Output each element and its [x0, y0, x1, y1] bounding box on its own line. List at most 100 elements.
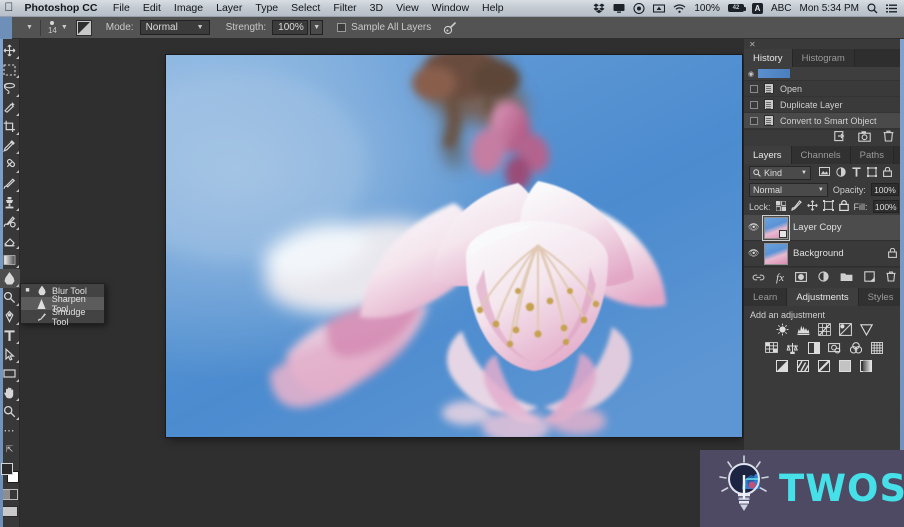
layer-visibility-eye-icon[interactable]: 👁: [748, 222, 759, 233]
new-layer-icon[interactable]: [864, 269, 875, 287]
blend-mode-select[interactable]: Normal ▼: [749, 182, 828, 197]
layer-style-fx-icon[interactable]: fx: [776, 272, 784, 284]
tab-layers[interactable]: Layers: [744, 146, 792, 164]
sidebar-item-eyedropper-tool[interactable]: [0, 136, 20, 155]
layer-thumbnail[interactable]: [762, 214, 790, 241]
layer-thumbnail[interactable]: [764, 242, 788, 265]
history-state-convert-to-smart-object[interactable]: Convert to Smart Object: [744, 113, 904, 129]
menu-app-name[interactable]: Photoshop CC: [18, 0, 106, 17]
sidebar-item-brush-tool[interactable]: [0, 174, 20, 193]
exposure-icon[interactable]: [838, 323, 852, 336]
hue-saturation-icon[interactable]: [765, 341, 779, 354]
create-snapshot-icon[interactable]: [858, 129, 871, 147]
default-colors-icon[interactable]: ⇱: [0, 440, 20, 459]
quick-mask-toggle-icon[interactable]: [1, 489, 18, 500]
mode-select[interactable]: Normal ▼: [139, 20, 210, 35]
sidebar-item-type-tool[interactable]: [0, 326, 20, 345]
airbrush-icon[interactable]: [443, 21, 457, 35]
opacity-input[interactable]: 100%: [870, 183, 899, 196]
delete-layer-icon[interactable]: [886, 269, 896, 287]
menu-item-layer[interactable]: Layer: [210, 0, 249, 17]
menu-item-edit[interactable]: Edit: [136, 0, 167, 17]
adjustment-filter-icon[interactable]: [836, 166, 846, 179]
lock-position-icon[interactable]: [806, 200, 818, 213]
document-canvas[interactable]: [166, 55, 742, 437]
tab-histogram[interactable]: Histogram: [792, 49, 855, 67]
menu-item-window[interactable]: Window: [425, 0, 475, 17]
lock-transparent-pixels-icon[interactable]: [775, 200, 786, 213]
create-document-from-state-icon[interactable]: [834, 129, 846, 147]
pixel-filter-icon[interactable]: [819, 167, 830, 178]
sidebar-item-gradient-tool[interactable]: [0, 250, 20, 269]
history-snapshot-row[interactable]: ◉: [744, 67, 904, 81]
levels-icon[interactable]: [796, 323, 810, 336]
options-bar-grip[interactable]: [0, 16, 12, 39]
sidebar-item-move-tool[interactable]: [0, 41, 20, 60]
sidebar-item-dodge-tool[interactable]: [0, 288, 20, 307]
sample-all-layers-checkbox[interactable]: [337, 23, 347, 32]
threshold-icon[interactable]: [817, 359, 831, 372]
flyout-item-smudge-tool[interactable]: Smudge Tool: [21, 307, 104, 327]
add-layer-mask-icon[interactable]: [795, 269, 807, 287]
menu-item-help[interactable]: Help: [476, 0, 511, 17]
airplay-icon[interactable]: [629, 2, 649, 14]
sidebar-item-history-brush-tool[interactable]: [0, 212, 20, 231]
sidebar-item-clone-stamp-tool[interactable]: [0, 193, 20, 212]
tab-learn[interactable]: Learn: [744, 288, 788, 306]
sidebar-item-rectangle-tool[interactable]: [0, 364, 20, 383]
foreground-color-swatch[interactable]: [0, 463, 13, 475]
posterize-icon[interactable]: [796, 359, 810, 372]
menubar-clock[interactable]: Mon 5:34 PM: [796, 3, 863, 14]
screen-mode-icon[interactable]: [1, 506, 18, 517]
menu-item-view[interactable]: View: [390, 0, 426, 17]
sidebar-item-eraser-tool[interactable]: [0, 231, 20, 250]
sidebar-item-healing-brush-tool[interactable]: [0, 155, 20, 174]
sidebar-item-marquee-tool[interactable]: [0, 60, 20, 79]
lock-all-icon[interactable]: [838, 200, 849, 213]
history-brush-source-checkbox[interactable]: [750, 116, 758, 125]
lock-image-pixels-icon[interactable]: [790, 200, 802, 213]
display-mirror-icon[interactable]: [609, 3, 629, 14]
black-white-icon[interactable]: [807, 341, 821, 354]
brush-preset-chevron-down-icon[interactable]: ▼: [61, 24, 68, 31]
close-icon[interactable]: ✕: [744, 39, 904, 49]
link-layers-icon[interactable]: [752, 269, 765, 287]
history-brush-source-checkbox[interactable]: [750, 100, 758, 109]
brightness-contrast-icon[interactable]: [775, 323, 789, 336]
layer-filter-kind-select[interactable]: Kind ▼: [749, 165, 811, 180]
menu-item-file[interactable]: File: [106, 0, 136, 17]
sidebar-item-blur-tool[interactable]: [0, 269, 20, 288]
dropbox-icon[interactable]: [589, 3, 609, 14]
sidebar-item-hand-tool[interactable]: [0, 383, 20, 402]
history-state-open[interactable]: Open: [744, 81, 904, 97]
edit-toolbar-ellipsis-icon[interactable]: ⋯: [0, 421, 20, 440]
sidebar-item-lasso-tool[interactable]: [0, 79, 20, 98]
tab-adjustments[interactable]: Adjustments: [787, 288, 859, 306]
channel-mixer-icon[interactable]: [849, 341, 863, 354]
tab-paths[interactable]: Paths: [850, 146, 894, 164]
smart-object-filter-icon[interactable]: [883, 166, 892, 179]
type-filter-icon[interactable]: [852, 166, 861, 179]
layer-name[interactable]: Background: [793, 248, 844, 259]
tab-channels[interactable]: Channels: [791, 146, 851, 164]
canvas-workspace[interactable]: [20, 39, 744, 527]
color-swatches[interactable]: [0, 462, 20, 484]
new-adjustment-layer-icon[interactable]: [818, 269, 829, 287]
screen-share-icon[interactable]: [649, 3, 669, 14]
apple-logo-icon[interactable]: : [0, 1, 18, 15]
menu-item-filter[interactable]: Filter: [327, 0, 363, 17]
strength-chevron-down-icon[interactable]: ▼: [310, 20, 324, 35]
notification-center-icon[interactable]: [882, 3, 904, 14]
curves-icon[interactable]: [817, 323, 831, 336]
input-source-flag-icon[interactable]: A: [748, 2, 767, 14]
spotlight-search-icon[interactable]: [863, 2, 882, 14]
fill-input[interactable]: 100%: [872, 200, 899, 213]
shape-filter-icon[interactable]: [867, 166, 877, 179]
layer-visibility-eye-icon[interactable]: 👁: [748, 248, 759, 259]
tool-preset-chevron-down-icon[interactable]: ▼: [26, 24, 33, 31]
menu-item-3d[interactable]: 3D: [363, 0, 389, 17]
sidebar-item-quick-selection-tool[interactable]: [0, 98, 20, 117]
color-balance-icon[interactable]: [786, 341, 800, 354]
sidebar-item-path-selection-tool[interactable]: [0, 345, 20, 364]
tab-history[interactable]: History: [744, 49, 793, 67]
